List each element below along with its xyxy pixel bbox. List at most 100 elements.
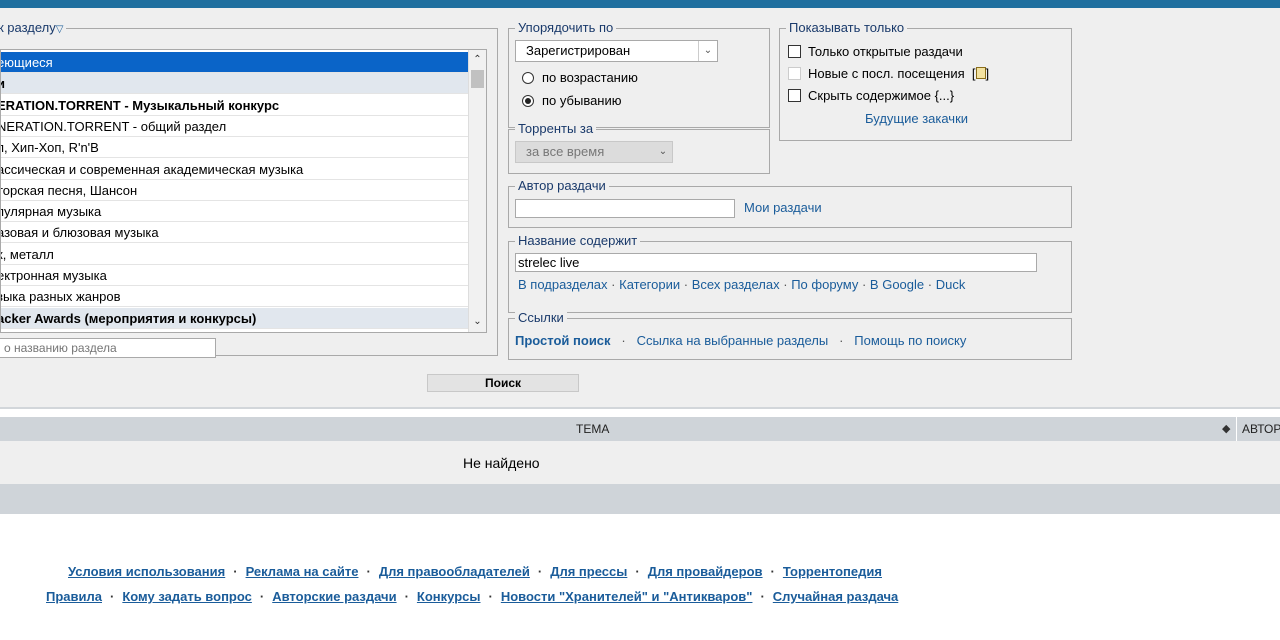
author-legend: Автор раздачи: [515, 179, 609, 193]
future-downloads-link[interactable]: Будущие закачки: [865, 111, 968, 127]
forum-list[interactable]: tracker Awards (Раздачи) acker Awards (ме…: [0, 49, 487, 333]
forum-list-item-label: к, металл: [1, 246, 54, 262]
footer-link[interactable]: Торрентопедия: [783, 564, 882, 579]
column-separator: [1236, 417, 1237, 441]
forum-list-item[interactable]: ектронная музыка: [1, 265, 469, 286]
forum-list-scrollbar[interactable]: ⌃ ⌄: [468, 50, 486, 332]
forum-list-item-label: торская песня, Шансон: [1, 182, 138, 198]
forum-list-item[interactable]: tracker Awards (Раздачи): [1, 329, 469, 333]
search-panel: к разделу▽ tracker Awards (Раздачи) acker…: [0, 8, 1280, 408]
footer-separator: ·: [404, 589, 409, 604]
forum-list-item-label: NERATION.TORRENT - общий раздел: [1, 118, 227, 134]
footer-separator: ·: [488, 589, 493, 604]
forum-list-item-label: ERATION.TORRENT - Музыкальный конкурс: [1, 97, 280, 113]
footer-link[interactable]: Новости "Хранителей" и "Антикваров": [501, 589, 753, 604]
author-input[interactable]: [515, 199, 735, 218]
divider: [0, 407, 1280, 409]
forum-list-item[interactable]: к, металл: [1, 244, 469, 265]
new-since-label: Новые с посл. посещения []: [808, 66, 990, 81]
forum-list-item[interactable]: ERATION.TORRENT - Музыкальный конкурс: [1, 95, 469, 116]
forum-filter-input[interactable]: [0, 338, 216, 358]
forum-section-legend: к разделу▽: [0, 21, 67, 37]
footer-link[interactable]: Случайная раздача: [773, 589, 898, 604]
sort-desc-label: по убыванию: [542, 93, 622, 108]
top-bar: [0, 0, 1280, 8]
footer-link[interactable]: Кому задать вопрос: [122, 589, 252, 604]
sort-select[interactable]: Зарегистрирован ⌄: [515, 40, 718, 62]
open-only-checkbox[interactable]: [788, 45, 801, 58]
scroll-thumb[interactable]: [471, 70, 484, 88]
forum-list-item-label: tracker Awards (Раздачи): [1, 332, 145, 333]
footer-separator: ·: [110, 589, 115, 604]
results-footer-bar: [0, 484, 1280, 514]
forum-list-item[interactable]: зыка разных жанров: [1, 286, 469, 308]
forum-list-item[interactable]: NERATION.TORRENT - общий раздел: [1, 116, 469, 137]
forum-list-item-label: ектронная музыка: [1, 268, 107, 283]
forum-list-item[interactable]: и: [1, 73, 469, 95]
footer-link[interactable]: Для правообладателей: [379, 564, 530, 579]
not-found-message: Не найдено: [463, 455, 540, 471]
sort-selected-value: Зарегистрирован: [526, 43, 631, 58]
footer-link[interactable]: Авторские раздачи: [272, 589, 396, 604]
search-button[interactable]: Поиск: [427, 374, 579, 392]
footer-separator: ·: [259, 589, 265, 604]
simple-search-link[interactable]: Простой поиск: [515, 333, 611, 348]
open-only-label: Только открытые раздачи: [808, 44, 963, 59]
by-forum-link[interactable]: По форуму: [791, 277, 858, 292]
footer-links-row-1: Условия использования · Реклама на сайте · Д…: [68, 564, 882, 579]
footer-link[interactable]: Правила: [46, 589, 102, 604]
sort-asc-radio[interactable]: [522, 72, 534, 84]
google-link[interactable]: В Google: [870, 277, 924, 292]
selected-sections-link[interactable]: Ссылка на выбранные разделы: [637, 333, 829, 348]
footer-link[interactable]: Для прессы: [550, 564, 627, 579]
my-releases-link[interactable]: Мои раздачи: [744, 200, 822, 216]
title-contains-legend: Название содержит: [515, 234, 641, 248]
footer-separator: ·: [770, 564, 775, 579]
period-select[interactable]: за все время ⌄: [515, 141, 673, 163]
sort-legend: Упорядочить по: [515, 21, 617, 35]
forum-list-item-label: пулярная музыка: [1, 204, 102, 220]
footer-separator: ·: [760, 589, 765, 604]
scroll-down-icon[interactable]: ⌄: [469, 314, 486, 330]
chevron-down-icon: ⌄: [698, 41, 717, 61]
footer-link[interactable]: Условия использования: [68, 564, 225, 579]
new-post-icon: [975, 67, 986, 79]
forum-list-item[interactable]: пулярная музыка: [1, 201, 469, 223]
sort-desc-radio[interactable]: [522, 95, 534, 107]
chevron-down-icon: ⌄: [658, 146, 668, 157]
all-sections-link[interactable]: Всех разделах: [692, 277, 780, 292]
duck-link[interactable]: Duck: [936, 277, 966, 292]
filter-icon[interactable]: ▽: [56, 24, 64, 35]
forum-list-item[interactable]: торская песня, Шансон: [1, 180, 469, 201]
new-since-checkbox[interactable]: [788, 67, 801, 80]
column-author[interactable]: АВТОР: [1242, 422, 1280, 436]
column-topic[interactable]: ТЕМА: [576, 422, 609, 436]
footer-link[interactable]: Для провайдеров: [648, 564, 763, 579]
period-legend: Торренты за: [515, 122, 597, 136]
footer-separator: ·: [635, 564, 640, 579]
forum-list-item[interactable]: еющиеся: [1, 52, 469, 73]
forum-list-item-label: зыка разных жанров: [1, 289, 121, 305]
title-search-input[interactable]: [515, 253, 1037, 272]
results-header: ТЕМА ◆ АВТОР: [0, 417, 1280, 441]
results-body: Не найдено: [0, 441, 1280, 484]
forum-list-item[interactable]: азовая и блюзовая музыка: [1, 222, 469, 244]
forum-list-item-label: и: [1, 76, 5, 91]
footer-link[interactable]: Конкурсы: [417, 589, 481, 604]
scroll-up-icon[interactable]: ⌃: [469, 52, 486, 68]
hide-content-checkbox[interactable]: [788, 89, 801, 102]
show-only-legend: Показывать только: [786, 21, 908, 35]
sort-arrows-icon[interactable]: ◆: [1222, 422, 1230, 435]
forum-list-item[interactable]: acker Awards (мероприятия и конкурсы): [1, 307, 469, 329]
search-help-link[interactable]: Помощь по поиску: [854, 333, 966, 348]
footer-link[interactable]: Реклама на сайте: [246, 564, 359, 579]
links-legend: Ссылки: [515, 311, 567, 325]
title-search-links: В подразделах · Категории · Всех раздела…: [518, 277, 966, 292]
links-row: Простой поиск · Ссылка на выбранные разд…: [515, 333, 967, 348]
in-subforums-link[interactable]: В подразделах: [518, 277, 608, 292]
forum-list-item[interactable]: п, Хип-Хоп, R'n'B: [1, 137, 469, 159]
footer-links-row-2: Правила · Кому задать вопрос · Авторские раз…: [46, 589, 898, 604]
footer-separator: ·: [233, 564, 238, 579]
forum-list-item[interactable]: ассическая и современная академическая м…: [1, 159, 469, 180]
categories-link[interactable]: Категории: [619, 277, 680, 292]
